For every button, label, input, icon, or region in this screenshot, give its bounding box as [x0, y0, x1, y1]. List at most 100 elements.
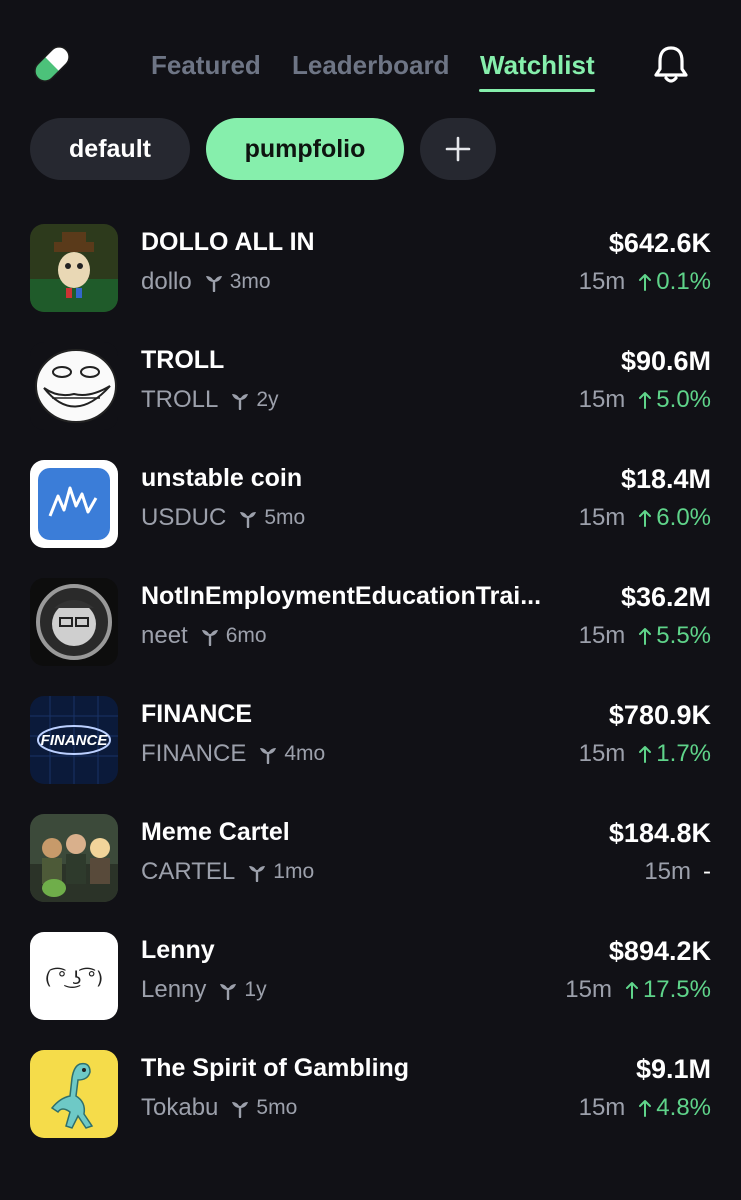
token-ticker: Tokabu	[141, 1094, 219, 1121]
token-row[interactable]: Meme Cartel CARTEL 1mo $184.8K 15m -	[0, 814, 741, 932]
neet-face-avatar	[30, 578, 118, 666]
sprout-icon	[249, 866, 266, 882]
price-change: 15m 5.5%	[579, 622, 711, 650]
change-percent: 6.0%	[656, 504, 711, 531]
token-meta: dollo 3mo	[141, 268, 271, 296]
svg-text:FINANCE: FINANCE	[41, 732, 109, 749]
token-name: NotInEmploymentEducationTrai...	[141, 582, 542, 610]
lenny-face-avatar: ( ͡° ͜ʖ ͡°)	[30, 932, 118, 1020]
plus-icon	[445, 136, 471, 162]
change-value-wrap: 5.5%	[637, 622, 711, 650]
token-meta: Lenny 1y	[141, 976, 267, 1004]
svg-text:( ͡° ͜ʖ ͡°): ( ͡° ͜ʖ ͡°)	[45, 966, 103, 989]
change-period: 15m	[644, 858, 691, 885]
change-period: 15m	[565, 976, 612, 1003]
list-chip-default[interactable]: default	[30, 118, 190, 180]
cat-poker-avatar	[30, 224, 118, 312]
token-ticker: neet	[141, 622, 188, 649]
price-change: 15m 4.8%	[579, 1094, 711, 1122]
arrow-up-icon	[625, 982, 638, 999]
sprout-icon	[220, 984, 237, 1000]
token-row[interactable]: TROLL TROLL 2y $90.6M 15m 5.0%	[0, 342, 741, 460]
trollface-avatar	[30, 342, 118, 430]
change-period: 15m	[578, 740, 626, 767]
tab-watchlist[interactable]: Watchlist	[480, 50, 595, 81]
market-cap: $894.2K	[608, 936, 711, 966]
add-list-button[interactable]	[420, 118, 496, 180]
arrow-up-icon	[639, 628, 652, 645]
change-period: 15m	[578, 622, 626, 649]
sprout-icon	[205, 276, 222, 292]
sprout-icon	[232, 1102, 249, 1118]
token-name: Meme Cartel	[141, 818, 290, 846]
change-value-wrap: 6.0%	[637, 504, 711, 532]
change-percent: 1.7%	[656, 740, 711, 767]
market-cap: $642.6K	[608, 228, 711, 258]
token-row[interactable]: DOLLO ALL IN dollo 3mo $642.6K 15m 0.1%	[0, 224, 741, 342]
token-row[interactable]: unstable coin USDUC 5mo $18.4M 15m 6.0%	[0, 460, 741, 578]
change-period: 15m	[578, 504, 626, 531]
change-value-wrap: 0.1%	[637, 268, 711, 296]
arrow-up-icon	[639, 1100, 652, 1117]
active-tab-indicator	[479, 89, 595, 92]
top-nav: Featured Leaderboard Watchlist	[0, 0, 741, 110]
token-meta: CARTEL 1mo	[141, 858, 314, 886]
price-change: 15m 5.0%	[579, 386, 711, 414]
arrow-up-icon	[639, 746, 652, 763]
arrow-up-icon	[639, 274, 652, 291]
token-ticker: dollo	[141, 268, 192, 295]
token-row[interactable]: FINANCE FINANCE FINANCE 4mo $780.9K 15m …	[0, 696, 741, 814]
arrow-up-icon	[639, 392, 652, 409]
price-change: 15m 6.0%	[579, 504, 711, 532]
token-name: Lenny	[141, 936, 215, 964]
market-cap: $90.6M	[620, 346, 711, 376]
change-percent: 17.5%	[642, 976, 711, 1003]
change-value-wrap: 5.0%	[637, 386, 711, 414]
token-name: FINANCE	[141, 700, 253, 728]
token-meta: neet 6mo	[141, 622, 267, 650]
token-ticker: TROLL	[141, 386, 219, 413]
change-period: 15m	[578, 386, 626, 413]
change-percent: -	[703, 858, 711, 885]
market-cap: $36.2M	[620, 582, 711, 612]
token-age: 1mo	[273, 860, 315, 883]
market-cap: $18.4M	[620, 464, 711, 494]
token-row[interactable]: NotInEmploymentEducationTrai... neet 6mo…	[0, 578, 741, 696]
zigzag-chart-avatar	[30, 460, 118, 548]
pill-logo-icon[interactable]	[28, 40, 76, 88]
change-period: 15m	[578, 268, 626, 295]
token-age: 5mo	[256, 1096, 298, 1119]
token-name: The Spirit of Gambling	[141, 1054, 410, 1082]
token-row[interactable]: The Spirit of Gambling Tokabu 5mo $9.1M …	[0, 1050, 741, 1168]
token-meta: TROLL 2y	[141, 386, 279, 414]
price-change: 15m 17.5%	[565, 976, 711, 1004]
token-age: 1y	[244, 978, 267, 1001]
token-age: 4mo	[284, 742, 326, 765]
token-age: 6mo	[225, 624, 267, 647]
sprout-icon	[201, 630, 218, 646]
token-meta: USDUC 5mo	[141, 504, 305, 532]
token-ticker: USDUC	[141, 504, 227, 531]
market-cap: $780.9K	[608, 700, 711, 730]
tab-featured[interactable]: Featured	[151, 50, 261, 81]
market-cap: $9.1M	[635, 1054, 711, 1084]
token-ticker: CARTEL	[141, 858, 236, 885]
price-change: 15m -	[644, 858, 711, 886]
bell-icon[interactable]	[652, 44, 690, 86]
price-change: 15m 0.1%	[579, 268, 711, 296]
list-chip-pumpfolio[interactable]: pumpfolio	[206, 118, 404, 180]
token-row[interactable]: ( ͡° ͜ʖ ͡°) Lenny Lenny 1y $894.2K 15m 1…	[0, 932, 741, 1050]
change-percent: 4.8%	[656, 1094, 711, 1121]
tab-leaderboard[interactable]: Leaderboard	[292, 50, 450, 81]
change-percent: 0.1%	[656, 268, 711, 295]
token-ticker: Lenny	[141, 976, 207, 1003]
change-value-wrap: 4.8%	[637, 1094, 711, 1122]
sprout-icon	[260, 748, 277, 764]
token-meta: FINANCE 4mo	[141, 740, 325, 768]
token-meta: Tokabu 5mo	[141, 1094, 297, 1122]
token-name: DOLLO ALL IN	[141, 228, 315, 256]
token-age: 5mo	[264, 506, 306, 529]
token-ticker: FINANCE	[141, 740, 247, 767]
sprout-icon	[240, 512, 257, 528]
cartel-group-avatar	[30, 814, 118, 902]
